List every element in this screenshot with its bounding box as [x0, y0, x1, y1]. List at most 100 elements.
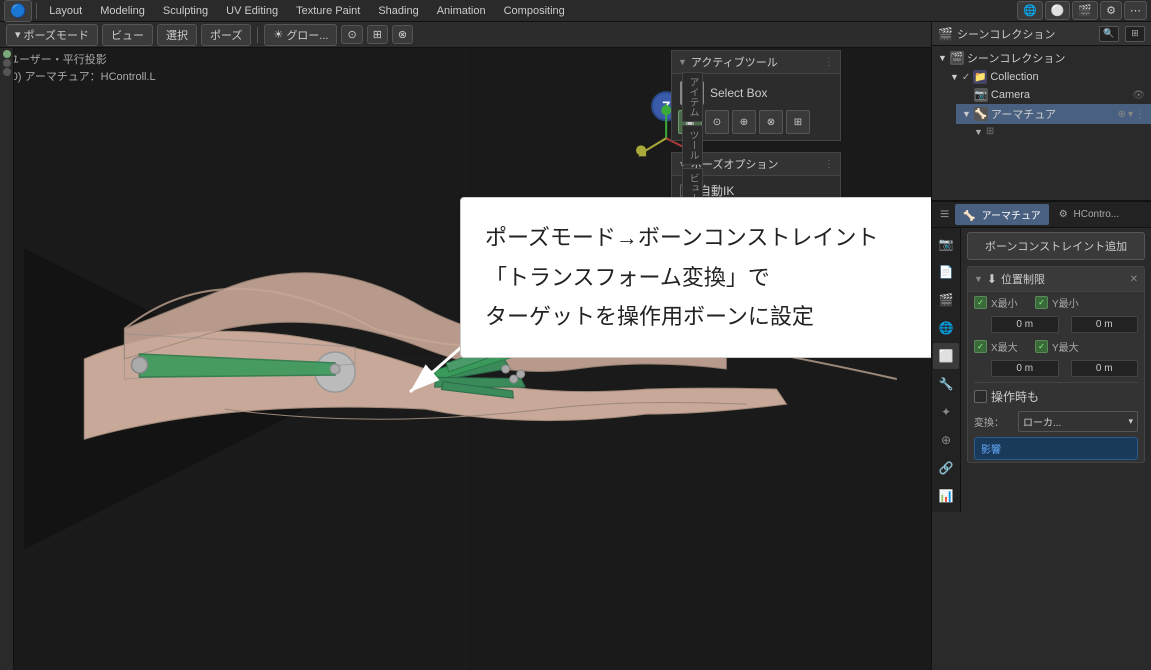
hcontrol-icon: ⚙: [1059, 209, 1068, 220]
channel-list: [0, 48, 14, 670]
outliner-title: シーンコレクション: [957, 26, 1095, 42]
tool-btn-3[interactable]: ⊕: [732, 110, 756, 134]
constraint-close-btn[interactable]: ✕: [1130, 274, 1138, 285]
transform-dropdown[interactable]: ローカ... ▾: [1018, 411, 1138, 432]
props-tabs: ≡ 🦴 アーマチュア ⚙ HContro...: [932, 202, 1151, 228]
menu-tab-sculpting[interactable]: Sculpting: [155, 3, 216, 19]
menu-tab-texture[interactable]: Texture Paint: [288, 3, 368, 19]
select-box-label: Select Box: [710, 86, 767, 100]
tool-btn-4[interactable]: ⊗: [759, 110, 783, 134]
xmin-checkbox[interactable]: ✓: [974, 296, 987, 309]
ymin-checkbox[interactable]: ✓: [1035, 296, 1048, 309]
pose-mode-button[interactable]: ▾ ポーズモード: [6, 24, 98, 46]
transform-value: ローカ...: [1023, 414, 1061, 429]
render2-icon[interactable]: ⚪: [1045, 1, 1071, 20]
pst-constraints[interactable]: 🔗: [933, 455, 959, 481]
transform-label: 変換：: [974, 414, 1014, 429]
menu-tab-modeling[interactable]: Modeling: [92, 3, 153, 19]
armature-tab-icon: 🦴: [963, 211, 975, 222]
collection-icon: 📁: [973, 70, 987, 84]
tool-btn-5[interactable]: ⊞: [786, 110, 810, 134]
pose-menu-button[interactable]: ポーズ: [201, 24, 251, 46]
outliner-item-armature-sub[interactable]: ▼ ⊞: [968, 124, 1151, 139]
pst-modifier[interactable]: 🔧: [933, 371, 959, 397]
proportional-btn[interactable]: ⊗: [392, 25, 413, 44]
armature-icon-2: ▾: [1128, 109, 1133, 120]
pose-options-more[interactable]: ⋮: [824, 159, 834, 170]
collection-label: Collection: [990, 71, 1038, 83]
pst-render[interactable]: 📷: [933, 231, 959, 257]
pst-world[interactable]: 🌐: [933, 315, 959, 341]
xmax-value[interactable]: 0 m: [991, 360, 1059, 377]
props-row-transform: 変換： ローカ... ▾: [968, 408, 1144, 435]
camera-vis-icon[interactable]: 👁: [1132, 90, 1145, 101]
scene-icon[interactable]: 🎬: [1072, 1, 1098, 20]
properties-panel: ≡ 🦴 アーマチュア ⚙ HContro... 📷 📄 🎬 🌐: [932, 202, 1151, 670]
menu-tab-animation[interactable]: Animation: [429, 3, 494, 19]
props-tab-hcontrol[interactable]: ⚙ HContro...: [1051, 206, 1127, 223]
ymin-value[interactable]: 0 m: [1071, 316, 1139, 333]
hcontrol-label: HContro...: [1074, 209, 1120, 220]
menu-tab-layout[interactable]: Layout: [41, 3, 90, 19]
pst-output[interactable]: 📄: [933, 259, 959, 285]
outliner-item-scene[interactable]: ▼ 🎬 シーンコレクション: [932, 48, 1151, 68]
pst-object[interactable]: ⬜: [933, 343, 959, 369]
active-tool-collapse[interactable]: ▼: [678, 57, 687, 67]
pst-scene[interactable]: 🎬: [933, 287, 959, 313]
glow-button[interactable]: ☀ グロー...: [264, 24, 337, 46]
separator-1: [36, 3, 37, 19]
menu-tab-shading[interactable]: Shading: [370, 3, 426, 19]
tool-btn-2[interactable]: ⊙: [705, 110, 729, 134]
props-tab-armature[interactable]: 🦴 アーマチュア: [955, 204, 1048, 225]
armature-extra-icons: ⊕ ▾ ⋮: [1118, 109, 1145, 120]
constraint-collapse-icon[interactable]: ▼: [974, 274, 983, 284]
constraint-title: 位置制限: [1001, 271, 1126, 287]
view-menu-button[interactable]: ビュー: [102, 24, 153, 46]
side-tab-item[interactable]: アイテム: [682, 72, 703, 122]
constraint-type-icon: ⬇: [987, 272, 997, 286]
main-area: ▾ ポーズモード ビュー 選択 ポーズ ☀ グロー... ⊙ ⊞ ⊗ ユーザー・…: [0, 22, 1151, 670]
side-tab-tool[interactable]: ツール: [682, 125, 703, 165]
pst-particles[interactable]: ✦: [933, 399, 959, 425]
operation-checkbox[interactable]: [974, 390, 987, 403]
channel-1: [3, 50, 11, 58]
xmin-value[interactable]: 0 m: [991, 316, 1059, 333]
menu-tab-uv[interactable]: UV Editing: [218, 3, 286, 19]
influence-row[interactable]: 影響: [974, 437, 1138, 460]
snap-btn[interactable]: ⊞: [367, 25, 388, 44]
outliner-search-btn[interactable]: 🔍: [1099, 26, 1119, 42]
camera-label: Camera: [991, 89, 1030, 101]
props-section-add: ボーンコンストレイント追加 ▼ ⬇ 位置制限 ✕ ✓: [961, 228, 1151, 471]
active-tool-more[interactable]: ⋮: [824, 57, 834, 68]
xmax-checkbox[interactable]: ✓: [974, 340, 987, 353]
annotation-line2: 「トランスフォーム変換」で: [485, 258, 931, 298]
ymax-checkbox[interactable]: ✓: [1035, 340, 1048, 353]
viewport-area: ▾ ポーズモード ビュー 選択 ポーズ ☀ グロー... ⊙ ⊞ ⊗ ユーザー・…: [0, 22, 931, 670]
ymax-value[interactable]: 0 m: [1071, 360, 1139, 377]
constraint-block: ▼ ⬇ 位置制限 ✕ ✓ X最小 ✓ Y最小: [967, 266, 1145, 463]
outliner-item-camera[interactable]: ▼ 📷 Camera 👁: [956, 86, 1151, 104]
pst-data[interactable]: 📊: [933, 483, 959, 509]
outliner-header: 🎬 シーンコレクション 🔍 ⊞: [932, 22, 1151, 46]
blender-logo[interactable]: 🔵: [4, 0, 32, 22]
channel-3: [3, 68, 11, 76]
add-constraint-btn[interactable]: ボーンコンストレイント追加: [967, 232, 1145, 260]
props-tab-back[interactable]: ≡: [936, 206, 953, 224]
active-tool-header: ▼ アクティブツール ⋮: [672, 51, 840, 74]
settings-icon[interactable]: ⚙: [1100, 1, 1122, 20]
collection-check-icon[interactable]: ✓: [962, 72, 970, 83]
props-row-operation: 操作時も: [968, 385, 1144, 408]
render-icon[interactable]: 🌐: [1017, 1, 1043, 20]
menu-tab-compositing[interactable]: Compositing: [496, 3, 573, 19]
pose-label: ポーズ: [210, 27, 242, 43]
pst-physics[interactable]: ⊕: [933, 427, 959, 453]
scene-3d[interactable]: Z ⊕ ✋: [0, 48, 931, 670]
outliner-filter-btn[interactable]: ⊞: [1125, 26, 1145, 42]
viewport-overlay-btn[interactable]: ⊙: [341, 25, 362, 44]
outliner-item-armature[interactable]: ▼ 🦴 アーマチュア ⊕ ▾ ⋮: [956, 104, 1151, 124]
props-side-tabs: 📷 📄 🎬 🌐 ⬜ 🔧 ✦ ⊕ 🔗 📊: [932, 228, 961, 512]
outliner-item-collection[interactable]: ▼ ✓ 📁 Collection: [944, 68, 1151, 86]
select-menu-button[interactable]: 選択: [157, 24, 197, 46]
transform-chevron-icon: ▾: [1128, 416, 1133, 427]
more-icon[interactable]: ⋯: [1124, 1, 1147, 20]
